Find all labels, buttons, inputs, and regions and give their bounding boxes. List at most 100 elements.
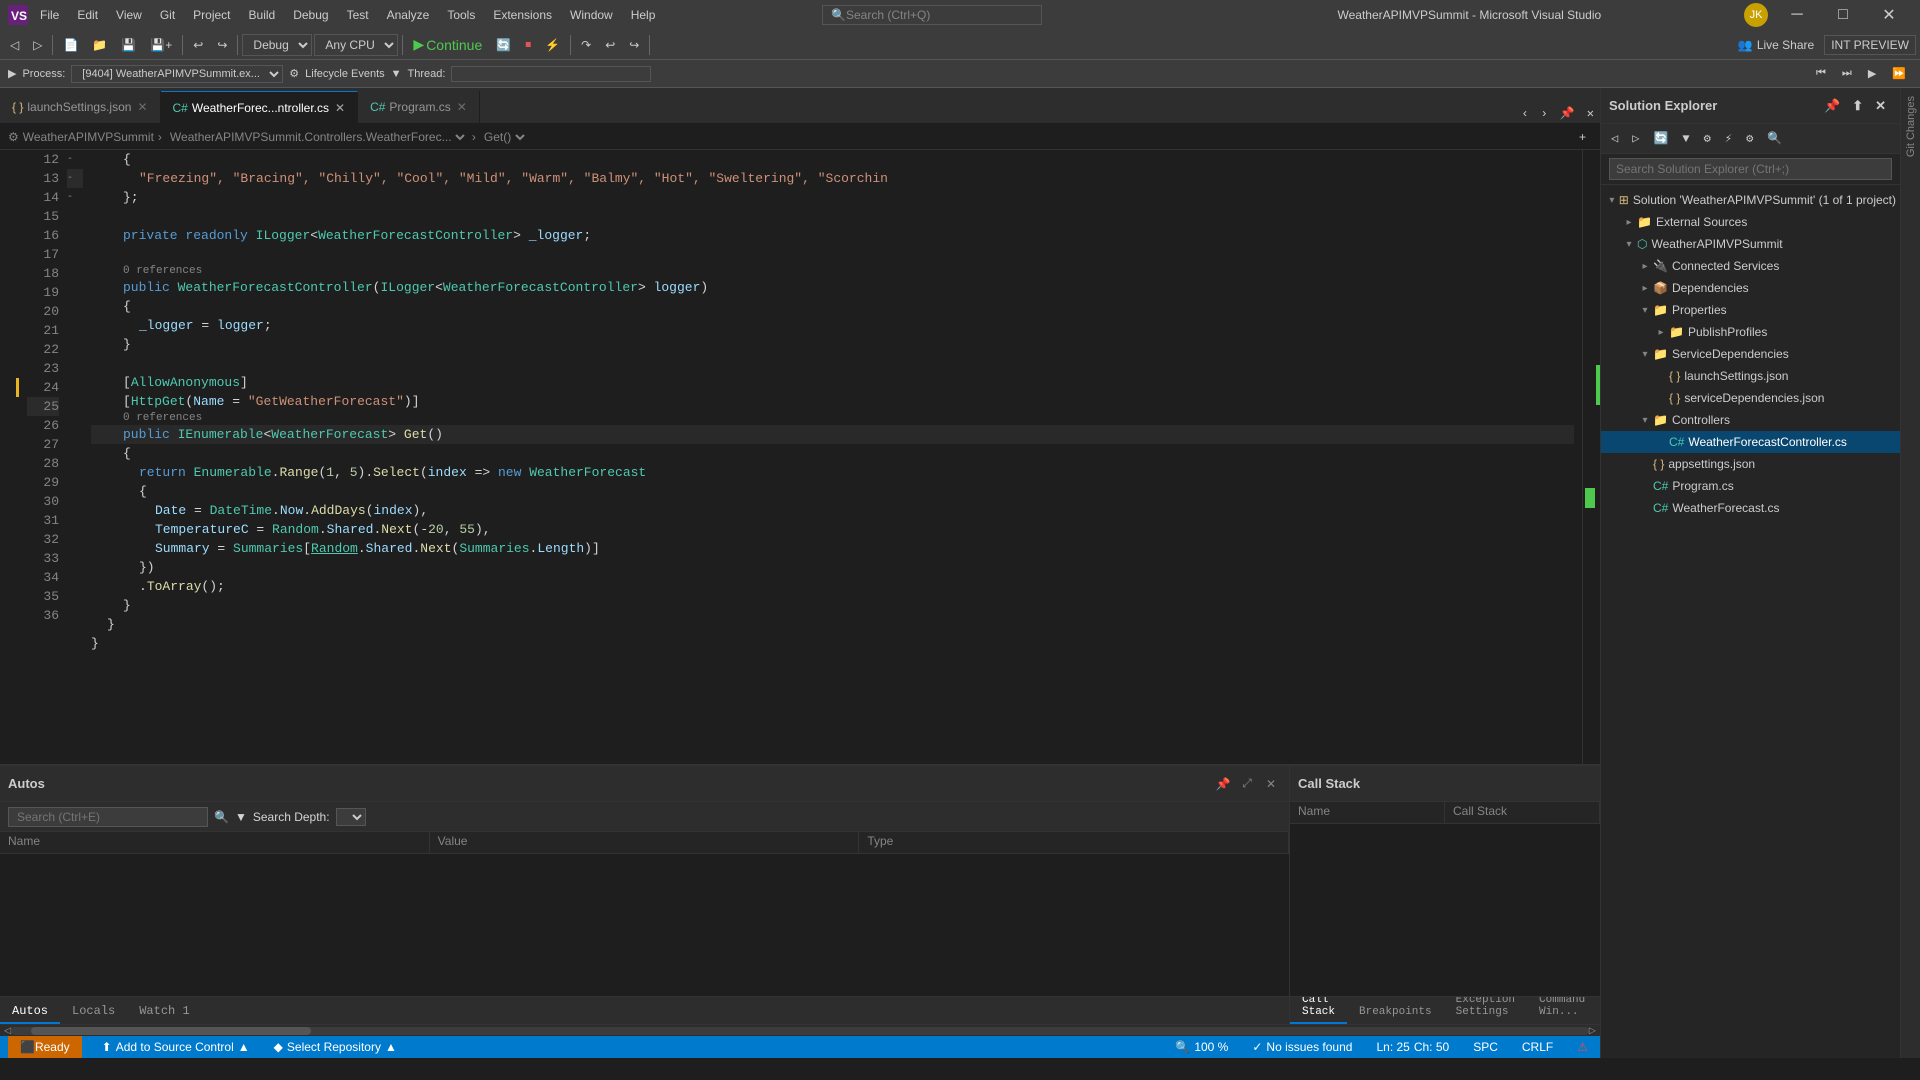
- repo-status[interactable]: ◆ Select Repository ▲: [270, 1040, 401, 1054]
- tree-publishprofiles[interactable]: ▸ 📁 PublishProfiles: [1601, 321, 1900, 343]
- tab-breakpoints[interactable]: Breakpoints: [1347, 1002, 1444, 1024]
- thread-input[interactable]: [451, 66, 651, 82]
- tree-solution[interactable]: ▾ ⊞ Solution 'WeatherAPIMVPSummit' (1 of…: [1601, 189, 1900, 211]
- breadcrumb-method-select[interactable]: Get(): [480, 129, 528, 145]
- se-search-input[interactable]: [1609, 158, 1892, 180]
- tree-appsettings[interactable]: ▸ { } appsettings.json: [1601, 453, 1900, 475]
- tab-close-all[interactable]: ✕: [1581, 104, 1600, 123]
- step-over-button[interactable]: ↷: [575, 36, 597, 54]
- debug-nav3[interactable]: ▶: [1862, 65, 1882, 82]
- tree-launch-settings[interactable]: ▸ { } launchSettings.json: [1601, 365, 1900, 387]
- se-back-button[interactable]: ◁: [1605, 129, 1624, 148]
- new-file-button[interactable]: 📄: [57, 36, 84, 54]
- search-depth-select[interactable]: [336, 808, 366, 826]
- scrollbar-thumb[interactable]: [31, 1027, 311, 1035]
- tab-locals[interactable]: Locals: [60, 1000, 127, 1024]
- debug-nav1[interactable]: ⏮: [1810, 65, 1832, 82]
- user-avatar[interactable]: JK: [1744, 3, 1768, 27]
- continue-button[interactable]: ▶ Continue: [407, 34, 488, 55]
- menu-test[interactable]: Test: [339, 6, 377, 24]
- save-button[interactable]: 💾: [115, 36, 142, 54]
- save-all-button[interactable]: 💾+: [144, 36, 178, 54]
- debug-nav4[interactable]: ⏩: [1886, 65, 1912, 82]
- se-settings-button[interactable]: ⚙: [1740, 129, 1759, 148]
- se-close-button[interactable]: ✕: [1869, 96, 1892, 116]
- menu-view[interactable]: View: [108, 6, 150, 24]
- zoom-status[interactable]: 🔍 100 %: [1171, 1040, 1232, 1054]
- tab-callstack[interactable]: Call Stack: [1290, 996, 1347, 1024]
- tree-service-deps-json[interactable]: ▸ { } serviceDependencies.json: [1601, 387, 1900, 409]
- menu-debug[interactable]: Debug: [285, 6, 336, 24]
- breadcrumb-expand[interactable]: +: [1573, 128, 1592, 146]
- tab-launchsettings-close[interactable]: ✕: [137, 100, 147, 114]
- undo-button[interactable]: ↩: [187, 36, 209, 54]
- platform-dropdown[interactable]: Any CPU: [314, 34, 398, 56]
- menu-build[interactable]: Build: [241, 6, 284, 24]
- breadcrumb-project[interactable]: WeatherAPIMVPSummit: [23, 130, 154, 144]
- se-arrow-button[interactable]: ⬆: [1846, 96, 1869, 116]
- panel-float-button[interactable]: ⤢: [1237, 774, 1257, 794]
- panel-close-button[interactable]: ✕: [1261, 774, 1281, 794]
- int-preview-button[interactable]: INT PREVIEW: [1824, 35, 1916, 55]
- tab-command[interactable]: Command Win...: [1527, 996, 1597, 1024]
- menu-edit[interactable]: Edit: [69, 6, 106, 24]
- encoding-status[interactable]: SPC: [1469, 1040, 1502, 1054]
- menu-git[interactable]: Git: [152, 6, 183, 24]
- se-forward-button[interactable]: ▷: [1626, 129, 1645, 148]
- debug-mode-dropdown[interactable]: Debug: [242, 34, 312, 56]
- source-control-status[interactable]: ⬆ Add to Source Control ▲: [98, 1040, 254, 1054]
- issues-status[interactable]: ✓ No issues found: [1248, 1040, 1356, 1054]
- attach-button[interactable]: ⚡: [539, 36, 566, 54]
- tab-program-close[interactable]: ✕: [457, 100, 467, 114]
- tree-weather-controller[interactable]: ▸ C# WeatherForecastController.cs: [1601, 431, 1900, 453]
- menu-extensions[interactable]: Extensions: [485, 6, 560, 24]
- step-into-button[interactable]: ↩: [599, 36, 621, 54]
- tab-exception[interactable]: Exception Settings: [1444, 996, 1527, 1024]
- tree-controllers[interactable]: ▾ 📁 Controllers: [1601, 409, 1900, 431]
- maximize-button[interactable]: □: [1820, 0, 1866, 30]
- line-ending-status[interactable]: CRLF: [1518, 1040, 1557, 1054]
- back-button[interactable]: ◁: [4, 36, 25, 54]
- live-share-button[interactable]: 👥 Live Share: [1730, 36, 1822, 54]
- tab-scroll-left[interactable]: ‹: [1515, 105, 1534, 123]
- forward-button[interactable]: ▷: [27, 36, 48, 54]
- tree-dependencies[interactable]: ▸ 📦 Dependencies: [1601, 277, 1900, 299]
- open-button[interactable]: 📁: [86, 36, 113, 54]
- se-refresh-button[interactable]: 🔄: [1647, 129, 1674, 148]
- menu-file[interactable]: File: [32, 6, 67, 24]
- menu-window[interactable]: Window: [562, 6, 621, 24]
- error-status[interactable]: ⚠: [1573, 1040, 1592, 1054]
- scrollbar-track[interactable]: [11, 1027, 1589, 1035]
- se-collapse-button[interactable]: ▼: [1676, 130, 1695, 148]
- menu-tools[interactable]: Tools: [439, 6, 483, 24]
- menu-help[interactable]: Help: [623, 6, 664, 24]
- menu-analyze[interactable]: Analyze: [379, 6, 438, 24]
- tab-weathercontroller[interactable]: C# WeatherForec...ntroller.cs ✕: [161, 91, 359, 123]
- se-properties-button[interactable]: ⚙: [1698, 129, 1717, 148]
- menu-project[interactable]: Project: [185, 6, 238, 24]
- tree-program[interactable]: ▸ C# Program.cs: [1601, 475, 1900, 497]
- se-filter-button[interactable]: ⚡: [1719, 129, 1738, 148]
- breadcrumb-class-select[interactable]: WeatherAPIMVPSummit.Controllers.WeatherF…: [166, 129, 468, 145]
- se-search-button[interactable]: 🔍: [1761, 129, 1788, 148]
- cursor-status[interactable]: Ln: 25 Ch: 50: [1372, 1040, 1453, 1054]
- se-pin-button[interactable]: 📌: [1818, 96, 1846, 116]
- tree-weather-forecast[interactable]: ▸ C# WeatherForecast.cs: [1601, 497, 1900, 519]
- step-out-button[interactable]: ↪: [623, 36, 645, 54]
- tab-autos[interactable]: Autos: [0, 1000, 60, 1024]
- process-dropdown[interactable]: [9404] WeatherAPIMVPSummit.ex...: [71, 65, 283, 83]
- stop-button[interactable]: ⏹: [519, 35, 537, 54]
- tab-watch1[interactable]: Watch 1: [127, 1000, 201, 1024]
- code-editor[interactable]: 12131415 16171819 20212223 2425 26272829…: [0, 150, 1600, 764]
- panel-pin-button[interactable]: 📌: [1213, 774, 1233, 794]
- tab-program[interactable]: C# Program.cs ✕: [358, 91, 480, 123]
- tab-weathercontroller-close[interactable]: ✕: [335, 101, 345, 115]
- redo-button[interactable]: ↪: [211, 36, 233, 54]
- restart-button[interactable]: 🔄: [490, 36, 517, 54]
- code-content[interactable]: { "Freezing", "Bracing", "Chilly", "Cool…: [83, 150, 1582, 764]
- global-search[interactable]: 🔍 Search (Ctrl+Q): [822, 5, 1042, 25]
- tree-connected-services[interactable]: ▸ 🔌 Connected Services: [1601, 255, 1900, 277]
- close-button[interactable]: ✕: [1866, 0, 1912, 30]
- tree-project[interactable]: ▾ ⬡ WeatherAPIMVPSummit: [1601, 233, 1900, 255]
- editor-scrollbar[interactable]: ◁ ▷: [0, 1024, 1600, 1036]
